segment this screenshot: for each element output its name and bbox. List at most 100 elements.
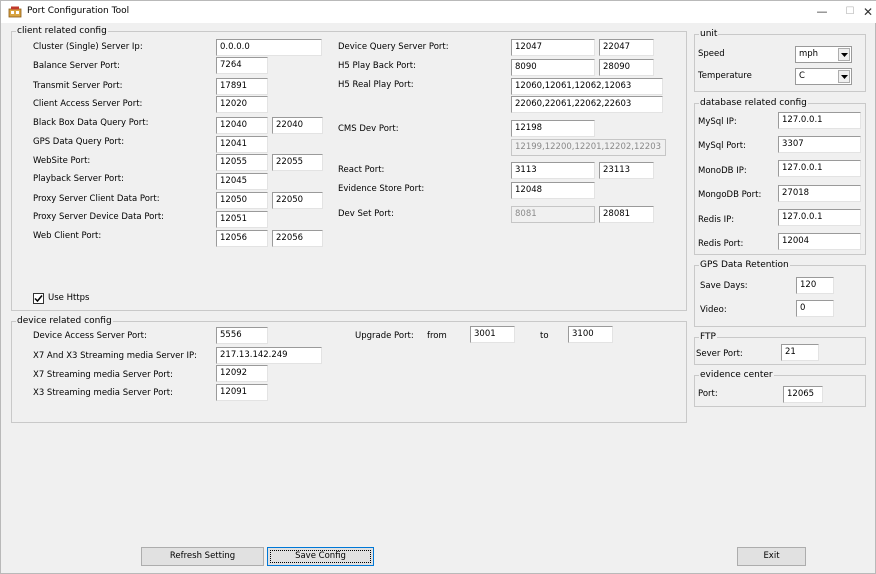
blackbox-port-label: Black Box Data Query Port: (33, 118, 149, 128)
focus-rect (270, 550, 371, 563)
transmit-port-label: Transmit Server Port: (33, 81, 123, 91)
proxy-client-port-input-1[interactable]: 12050 (216, 192, 268, 209)
temperature-label: Temperature (698, 71, 752, 81)
evidence-center-legend: evidence center (699, 370, 774, 381)
web-client-port-input-2[interactable]: 22056 (272, 230, 323, 247)
ftp-legend: FTP (699, 332, 717, 343)
video-label: Video: (700, 305, 727, 315)
x7-port-label: X7 Streaming media Server Port: (33, 370, 174, 380)
exit-button[interactable]: Exit (737, 547, 806, 566)
h5-playback-port-input-2[interactable]: 28090 (599, 59, 654, 76)
transmit-port-input[interactable]: 17891 (216, 78, 268, 95)
cms-dev-port-input[interactable]: 12198 (511, 120, 595, 137)
save-days-input[interactable]: 120 (796, 277, 834, 294)
mysql-port-input[interactable]: 3307 (778, 136, 861, 153)
react-port-label: React Port: (338, 165, 385, 175)
evidence-center-group: evidence center (694, 370, 866, 407)
proxy-device-port-input[interactable]: 12051 (216, 211, 268, 228)
dev-set-port-input-2[interactable]: 28081 (599, 206, 654, 223)
dev-set-port-input-1: 8081 (511, 206, 595, 223)
speed-dropdown-button[interactable] (838, 48, 850, 61)
playback-port-input[interactable]: 12045 (216, 173, 268, 190)
ftp-port-label: Sever Port: (696, 349, 743, 359)
video-input[interactable]: 0 (796, 300, 834, 317)
proxy-client-port-label: Proxy Server Client Data Port: (33, 194, 160, 204)
h5-real-port-input-2[interactable]: 22060,22061,22062,22603 (511, 96, 663, 113)
mongo-ip-input[interactable]: 127.0.0.1 (778, 160, 861, 177)
x3-port-input[interactable]: 12091 (216, 384, 268, 401)
mysql-ip-label: MySql IP: (698, 117, 737, 127)
mysql-port-label: MySql Port: (698, 141, 746, 151)
cms-dev-port-label: CMS Dev Port: (338, 124, 399, 134)
device-config-legend: device related config (16, 316, 113, 327)
chevron-down-icon (841, 53, 848, 57)
use-https-label: Use Https (48, 293, 90, 303)
chevron-down-icon (841, 75, 848, 79)
website-port-input-1[interactable]: 12055 (216, 154, 268, 171)
x3-port-label: X3 Streaming media Server Port: (33, 388, 174, 398)
use-https-checkbox[interactable] (33, 293, 44, 304)
website-port-input-2[interactable]: 22055 (272, 154, 323, 171)
database-config-legend: database related config (699, 98, 808, 109)
temperature-select[interactable]: C (795, 68, 852, 85)
close-button[interactable]: ✕ (851, 1, 876, 23)
mysql-ip-input[interactable]: 127.0.0.1 (778, 112, 861, 129)
blackbox-port-input-1[interactable]: 12040 (216, 117, 268, 134)
cluster-ip-input[interactable]: 0.0.0.0 (216, 39, 322, 56)
evidence-store-port-label: Evidence Store Port: (338, 184, 425, 194)
gps-retention-group: GPS Data Retention (694, 260, 866, 327)
react-port-input-2[interactable]: 23113 (599, 162, 654, 179)
device-access-port-label: Device Access Server Port: (33, 331, 147, 341)
gps-query-port-label: GPS Data Query Port: (33, 137, 125, 147)
temperature-select-value: C (799, 71, 805, 81)
cluster-ip-label: Cluster (Single) Server Ip: (33, 42, 143, 52)
mongo-port-input[interactable]: 27018 (778, 185, 861, 202)
react-port-input-1[interactable]: 3113 (511, 162, 595, 179)
upgrade-to-label: to (540, 331, 549, 341)
evidence-port-input[interactable]: 12065 (783, 386, 823, 403)
window-title: Port Configuration Tool (27, 6, 130, 16)
client-access-port-label: Client Access Server Port: (33, 99, 143, 109)
gps-query-port-input[interactable]: 12041 (216, 136, 268, 153)
redis-ip-label: Redis IP: (698, 215, 735, 225)
balance-port-label: Balance Server Port: (33, 61, 120, 71)
cms-dev-port-range-input: 12199,12200,12201,12202,12203 (511, 139, 666, 156)
h5-real-port-input-1[interactable]: 12060,12061,12062,12063 (511, 78, 663, 95)
temperature-dropdown-button[interactable] (838, 70, 850, 83)
redis-port-input[interactable]: 12004 (778, 233, 861, 250)
proxy-device-port-label: Proxy Server Device Data Port: (33, 212, 165, 222)
h5-real-port-label: H5 Real Play Port: (338, 80, 414, 90)
web-client-port-label: Web Client Port: (33, 231, 102, 241)
device-query-port-input-1[interactable]: 12047 (511, 39, 595, 56)
proxy-client-port-input-2[interactable]: 22050 (272, 192, 323, 209)
evidence-store-port-input[interactable]: 12048 (511, 182, 595, 199)
save-config-button[interactable]: Save Config (267, 547, 374, 566)
mongo-port-label: MongoDB Port: (698, 190, 762, 200)
redis-ip-input[interactable]: 127.0.0.1 (778, 209, 861, 226)
checkmark-icon (34, 295, 43, 303)
blackbox-port-input-2[interactable]: 22040 (272, 117, 323, 134)
upgrade-from-input[interactable]: 3001 (470, 326, 515, 343)
device-query-port-label: Device Query Server Port: (338, 42, 449, 52)
dev-set-port-label: Dev Set Port: (338, 209, 394, 219)
x7-port-input[interactable]: 12092 (216, 365, 268, 382)
client-access-port-input[interactable]: 12020 (216, 96, 268, 113)
upgrade-to-input[interactable]: 3100 (568, 326, 613, 343)
refresh-setting-button[interactable]: Refresh Setting (141, 547, 264, 566)
app-window: Port Configuration Tool — ☐ ✕ client rel… (0, 0, 876, 574)
save-days-label: Save Days: (700, 281, 748, 291)
redis-port-label: Redis Port: (698, 239, 744, 249)
gps-retention-legend: GPS Data Retention (699, 260, 790, 271)
ftp-port-input[interactable]: 21 (781, 344, 819, 361)
unit-legend: unit (699, 29, 719, 40)
upgrade-from-label: from (427, 331, 447, 341)
web-client-port-input-1[interactable]: 12056 (216, 230, 268, 247)
speed-select[interactable]: mph (795, 46, 852, 63)
upgrade-port-label: Upgrade Port: (355, 331, 414, 341)
title-bar: Port Configuration Tool — ☐ ✕ (1, 1, 876, 23)
device-query-port-input-2[interactable]: 22047 (599, 39, 654, 56)
x7x3-ip-input[interactable]: 217.13.142.249 (216, 347, 322, 364)
device-access-port-input[interactable]: 5556 (216, 327, 268, 344)
h5-playback-port-input-1[interactable]: 8090 (511, 59, 595, 76)
balance-port-input[interactable]: 7264 (216, 57, 268, 74)
